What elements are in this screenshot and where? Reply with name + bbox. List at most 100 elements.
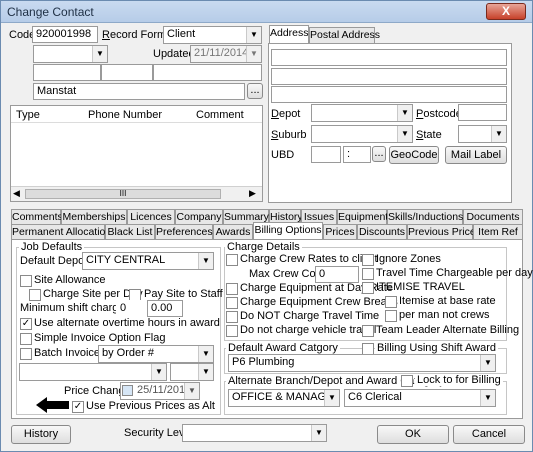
itemise-base-rate-checkbox[interactable] xyxy=(385,296,397,308)
geocode-button[interactable]: GeoCode xyxy=(389,146,439,164)
min-shift-amount-input[interactable]: 0.00 xyxy=(147,300,183,317)
pointer-arrow-icon xyxy=(36,397,69,413)
tab-documents[interactable]: Documents xyxy=(463,209,523,225)
tab-equipment[interactable]: Equipment xyxy=(337,209,388,225)
tab-discounts[interactable]: Discounts xyxy=(357,224,407,240)
per-man-not-crews-checkbox[interactable] xyxy=(385,310,397,322)
simple-invoice-checkbox[interactable] xyxy=(20,333,32,345)
name-field-1[interactable] xyxy=(33,64,101,81)
state-select[interactable]: ▼ xyxy=(458,125,507,143)
scroll-right-icon[interactable]: ▶ xyxy=(249,188,256,199)
chevron-down-icon: ▼ xyxy=(198,364,213,380)
tab-licences[interactable]: Licences xyxy=(127,209,175,225)
name-field-3[interactable] xyxy=(153,64,262,81)
name-field-2[interactable] xyxy=(101,64,153,81)
ignore-zones-label: Ignore Zones xyxy=(376,253,441,265)
company-name-input[interactable]: Manstat xyxy=(33,83,245,100)
alt-award-select[interactable]: C6 Clerical ▼ xyxy=(344,389,496,407)
address-line-1[interactable] xyxy=(271,49,507,66)
team-leader-alternate-checkbox[interactable] xyxy=(362,325,374,337)
chevron-down-icon: ▼ xyxy=(324,390,339,406)
site-allowance-checkbox[interactable] xyxy=(20,275,32,287)
batch-invoices-select[interactable]: by Order # ▼ xyxy=(98,345,214,363)
address-line-2[interactable] xyxy=(271,68,507,85)
ubd-more-button[interactable]: ... xyxy=(372,146,386,162)
use-previous-prices-checkbox[interactable]: ✓ xyxy=(72,401,84,413)
chevron-down-icon: ▼ xyxy=(198,346,213,362)
default-award-select[interactable]: P6 Plumbing ▼ xyxy=(228,354,496,372)
tab-prices[interactable]: Prices xyxy=(323,224,357,240)
address-line-3[interactable] xyxy=(271,86,507,103)
itemise-travel-checkbox[interactable] xyxy=(362,282,374,294)
charge-site-per-day-checkbox[interactable] xyxy=(29,289,41,301)
depot-select[interactable]: ▼ xyxy=(311,104,413,122)
charge-crew-rates-checkbox[interactable] xyxy=(226,254,238,266)
batch-option-select-2[interactable]: ▼ xyxy=(170,363,214,381)
window-title: Change Contact xyxy=(7,5,94,19)
charge-equipment-day-rate-checkbox[interactable] xyxy=(226,283,238,295)
postcode-input[interactable] xyxy=(458,104,507,121)
tab-item-ref[interactable]: Item Ref xyxy=(473,224,523,240)
price-change-checkbox[interactable] xyxy=(122,385,133,396)
tab-company[interactable]: Company xyxy=(175,209,223,225)
alt-branch-select[interactable]: OFFICE & MANAGEMEN▼ xyxy=(228,389,340,407)
name-more-button[interactable]: ... xyxy=(247,83,263,99)
chevron-down-icon: ▼ xyxy=(397,126,412,142)
simple-invoice-label: Simple Invoice Option Flag xyxy=(34,332,166,344)
ubd-ref-input[interactable]: : xyxy=(343,146,371,163)
horizontal-scrollbar[interactable]: ◀ III ▶ xyxy=(11,186,262,201)
suburb-select[interactable]: ▼ xyxy=(311,125,413,143)
charge-equipment-crew-breaks-label: Charge Equipment Crew Breaks xyxy=(240,296,398,308)
lock-for-billing-checkbox[interactable] xyxy=(401,375,413,387)
tab-comments[interactable]: Comments xyxy=(11,209,63,225)
price-change-date[interactable]: 25/11/2014 ▼ xyxy=(120,382,200,400)
tab-memberships[interactable]: Memberships xyxy=(61,209,127,225)
min-shift-label: Minimum shift charge xyxy=(20,302,125,314)
col-comment: Comment xyxy=(196,109,244,121)
security-level-select[interactable]: ▼ xyxy=(182,424,327,442)
chevron-down-icon: ▼ xyxy=(491,126,506,142)
close-button[interactable]: X xyxy=(486,3,526,20)
chevron-down-icon: ▼ xyxy=(151,364,166,380)
tab-address[interactable]: Address xyxy=(269,25,309,43)
ok-button[interactable]: OK xyxy=(377,425,449,444)
phone-list[interactable]: Type Phone Number Comment ◀ III ▶ xyxy=(10,105,263,202)
travel-time-chargeable-checkbox[interactable] xyxy=(362,268,374,280)
max-crew-count-input[interactable]: 0 xyxy=(315,266,359,283)
tab-black-list[interactable]: Black List xyxy=(105,224,155,240)
default-depot-select[interactable]: CITY CENTRAL ▼ xyxy=(82,252,214,270)
header-combo-1[interactable]: ▼ xyxy=(33,45,108,63)
pay-site-to-staff-label: Pay Site to Staff xyxy=(144,288,223,300)
mail-label-button[interactable]: Mail Label xyxy=(445,146,507,164)
default-depot-label: Default Depot xyxy=(20,255,88,267)
tab-skills-inductions[interactable]: Skills/Inductions xyxy=(387,209,463,225)
tab-postal-address[interactable]: Postal Address xyxy=(309,27,380,43)
do-not-charge-vehicle-checkbox[interactable] xyxy=(226,325,238,337)
chevron-down-icon: ▼ xyxy=(246,27,261,43)
code-input[interactable]: 920001998 xyxy=(32,26,98,43)
suburb-label: Suburb xyxy=(271,129,307,141)
chevron-down-icon: ▼ xyxy=(184,383,199,399)
tab-previous-prices[interactable]: Previous Prices xyxy=(407,224,481,240)
min-shift-hours-input[interactable]: 0 xyxy=(116,300,146,317)
tab-preferences[interactable]: Preferences xyxy=(155,224,213,240)
do-not-charge-travel-checkbox[interactable] xyxy=(226,311,238,323)
batch-invoices-checkbox[interactable] xyxy=(20,348,32,360)
charge-equipment-crew-breaks-checkbox[interactable] xyxy=(226,297,238,309)
scroll-left-icon[interactable]: ◀ xyxy=(13,188,20,199)
chevron-down-icon: ▼ xyxy=(397,105,412,121)
tab-billing-options[interactable]: Billing Options xyxy=(253,222,323,240)
use-alternate-overtime-checkbox[interactable]: ✓ xyxy=(20,318,32,330)
ignore-zones-checkbox[interactable] xyxy=(362,254,374,266)
main-tabs-row-2: Permanent Allocations Black List Prefere… xyxy=(11,222,523,240)
batch-option-select-1[interactable]: ▼ xyxy=(19,363,167,381)
tab-permanent-allocations[interactable]: Permanent Allocations xyxy=(11,224,116,240)
history-button[interactable]: History xyxy=(11,425,71,444)
alt-branch-label: Alternate Branch/Depot and Award Categor… xyxy=(226,375,447,387)
tab-awards[interactable]: Awards xyxy=(213,224,253,240)
ubd-map-input[interactable] xyxy=(311,146,341,163)
cancel-button[interactable]: Cancel xyxy=(453,425,525,444)
scroll-thumb[interactable]: III xyxy=(25,189,221,199)
chevron-down-icon: ▼ xyxy=(311,425,326,441)
record-format-select[interactable]: Client ▼ xyxy=(163,26,262,44)
